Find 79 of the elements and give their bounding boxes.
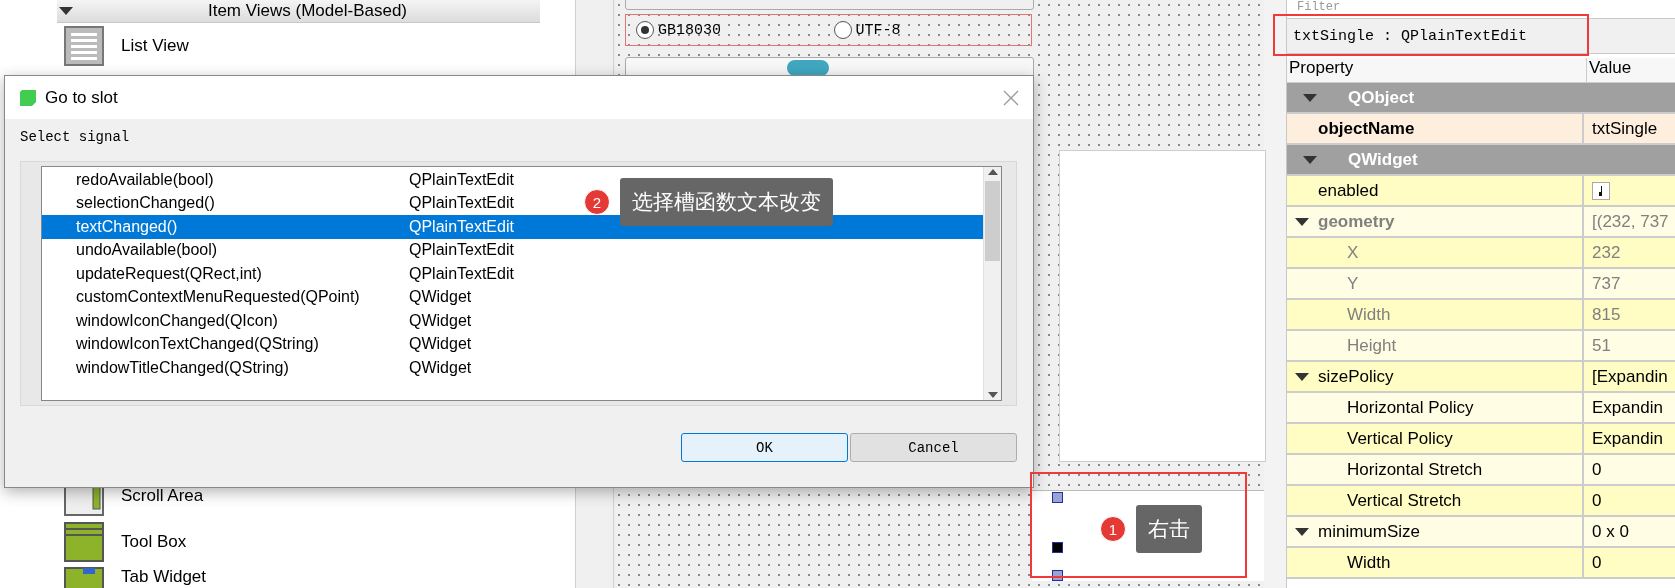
- property-value: [Expandin: [1592, 366, 1668, 387]
- expand-arrow-icon[interactable]: [1293, 370, 1311, 383]
- radio-option[interactable]: UTF-8: [833, 21, 1031, 39]
- tab-widget-icon: [63, 566, 105, 588]
- checkbox[interactable]: [1592, 181, 1610, 200]
- property-value: 737: [1592, 273, 1621, 294]
- signal-name[interactable]: windowIconChanged(QIcon): [42, 311, 409, 330]
- property-name: Width: [1347, 552, 1391, 573]
- signal-class: QPlainTextEdit: [409, 170, 514, 189]
- category-label: QWidget: [1348, 149, 1418, 170]
- property-name: X: [1347, 242, 1359, 263]
- property-value: 0: [1592, 459, 1602, 480]
- signal-name[interactable]: customContextMenuRequested(QPoint): [42, 288, 409, 307]
- signal-class: QPlainTextEdit: [409, 241, 514, 260]
- property-name: Horizontal Stretch: [1347, 459, 1483, 480]
- scroll-up-icon[interactable]: [986, 167, 999, 177]
- property-value: 0 x 0: [1592, 521, 1629, 542]
- property-value: Expandin: [1592, 397, 1663, 418]
- signal-class: QPlainTextEdit: [409, 264, 514, 283]
- category-header[interactable]: Item Views (Model-Based): [57, 0, 540, 23]
- selection-handle[interactable]: [1052, 492, 1063, 503]
- tool-box-icon: [63, 521, 105, 563]
- object-label: txtSingle : QPlainTextEdit: [1287, 18, 1675, 54]
- widget-box-item[interactable]: List View: [57, 23, 575, 69]
- expand-arrow-icon[interactable]: [1293, 215, 1311, 228]
- list-view-icon: [63, 25, 105, 67]
- scroll-down-icon[interactable]: [986, 390, 999, 400]
- expand-arrow-icon[interactable]: [1293, 525, 1311, 538]
- property-value: 815: [1592, 304, 1621, 325]
- signal-name[interactable]: windowTitleChanged(QString): [42, 358, 409, 377]
- property-name: Horizontal Policy: [1347, 397, 1474, 418]
- property-name: enabled: [1318, 180, 1379, 201]
- column-header[interactable]: Value: [1587, 58, 1675, 82]
- property-value: [(232, 737: [1592, 211, 1669, 232]
- signal-name[interactable]: selectionChanged(): [42, 194, 409, 213]
- property-name: Vertical Stretch: [1347, 490, 1462, 511]
- annotation-tooltip: 右击: [1136, 505, 1202, 553]
- property-value: 232: [1592, 242, 1621, 263]
- property-value: txtSingle: [1592, 118, 1658, 139]
- selection-handle[interactable]: [1052, 570, 1063, 581]
- signal-name[interactable]: redoAvailable(bool): [42, 170, 409, 189]
- signal-class: QWidget: [409, 358, 472, 377]
- app-icon: [19, 88, 37, 107]
- property-name: minimumSize: [1318, 521, 1421, 542]
- ok-button[interactable]: OK: [681, 433, 848, 462]
- window-title: Go to slot: [45, 87, 119, 108]
- annotation-tooltip: 选择槽函数文本改变: [620, 178, 833, 226]
- expand-arrow-icon[interactable]: [57, 5, 75, 17]
- radio-option[interactable]: GB18030: [636, 21, 834, 39]
- section-label: Select signal: [19, 128, 131, 147]
- signal-class: QPlainTextEdit: [409, 194, 514, 213]
- signal-class: QPlainTextEdit: [409, 217, 514, 236]
- signal-class: QWidget: [409, 335, 472, 354]
- property-name: Y: [1347, 273, 1359, 294]
- property-value: 51: [1592, 335, 1611, 356]
- property-name: geometry: [1318, 211, 1395, 232]
- close-icon[interactable]: [1003, 89, 1019, 106]
- scrollbar[interactable]: [983, 167, 1001, 400]
- property-name: objectName: [1318, 118, 1415, 139]
- property-value: 0: [1592, 552, 1602, 573]
- signal-name[interactable]: undoAvailable(bool): [42, 241, 409, 260]
- selection-handle[interactable]: [1052, 542, 1063, 553]
- property-value: 0: [1592, 490, 1602, 511]
- signal-name[interactable]: windowIconTextChanged(QString): [42, 335, 409, 354]
- category-label: QObject: [1348, 87, 1415, 108]
- signal-class: QWidget: [409, 288, 472, 307]
- cancel-button[interactable]: Cancel: [850, 433, 1017, 462]
- widget-box-item[interactable]: Tool Box: [57, 519, 575, 565]
- signal-name[interactable]: textChanged(): [42, 217, 409, 236]
- widget-box-item[interactable]: Tab Widget: [57, 565, 575, 588]
- property-name: Width: [1347, 304, 1391, 325]
- signal-class: QWidget: [409, 311, 472, 330]
- property-value: Expandin: [1592, 428, 1663, 449]
- signal-name[interactable]: updateRequest(QRect,int): [42, 264, 409, 283]
- toggle-handle[interactable]: [787, 60, 829, 76]
- property-name: Vertical Policy: [1347, 428, 1453, 449]
- column-header[interactable]: Property: [1287, 58, 1587, 82]
- property-name: sizePolicy: [1318, 366, 1394, 387]
- property-name: Height: [1347, 335, 1397, 356]
